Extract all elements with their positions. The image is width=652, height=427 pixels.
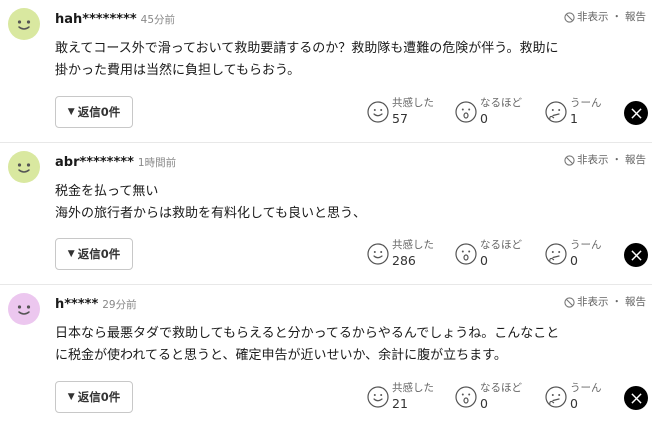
comment-body: 敢えてコース外で滑っておいて救助要請するのか？救助隊も遭難の危険が伴う。救助に …	[55, 38, 645, 82]
hide-link[interactable]: 非表示	[577, 153, 609, 167]
username[interactable]: hah********	[55, 12, 137, 27]
reaction-label: 共感した	[392, 382, 434, 394]
reaction-label: うーん	[570, 97, 602, 109]
x-logo-icon	[630, 392, 642, 404]
reaction-count: 1	[570, 111, 578, 126]
doubtful-reaction-button[interactable]: うーん 1	[545, 96, 625, 130]
ban-icon	[564, 154, 575, 166]
surprised-face-icon	[455, 386, 477, 408]
insightful-reaction-button[interactable]: なるほど 0	[455, 238, 535, 272]
smiley-avatar-icon	[8, 8, 40, 40]
reaction-count: 0	[570, 253, 578, 268]
insightful-reaction-button[interactable]: なるほど 0	[455, 381, 535, 415]
surprised-face-icon	[455, 243, 477, 265]
comment-text-line: 日本なら最悪タダで救助してもらえると分かってるからやるんでしょうね。こんなこと	[55, 326, 560, 341]
comment-body: 税金を払って無い 海外の旅行者からは救助を有料化しても良いと思う、	[55, 181, 645, 225]
share-x-button[interactable]	[624, 243, 648, 267]
smiley-avatar-icon	[8, 293, 40, 325]
report-menu: 非表示・報告	[564, 10, 646, 24]
separator: ・	[611, 296, 623, 308]
report-link[interactable]: 報告	[625, 295, 646, 309]
report-link[interactable]: 報告	[625, 10, 646, 24]
smile-face-icon	[367, 386, 389, 408]
empathy-reaction-button[interactable]: 共感した 21	[367, 381, 447, 415]
comment-header: abr******** 1時間前	[55, 153, 176, 171]
reaction-label: なるほど	[480, 382, 522, 394]
smile-face-icon	[367, 101, 389, 123]
empathy-reaction-button[interactable]: 共感した 57	[367, 96, 447, 130]
thinking-face-icon	[545, 101, 567, 123]
share-x-button[interactable]	[624, 386, 648, 410]
comment-text-line: に税金が使われてると思うと、確定申告が近いせいか、余計に腹が立ちます。	[55, 348, 507, 363]
thinking-face-icon	[545, 386, 567, 408]
caret-down-icon: ▼	[67, 249, 75, 259]
ban-icon	[564, 11, 575, 23]
caret-down-icon: ▼	[67, 392, 75, 402]
reaction-count: 0	[570, 396, 578, 411]
reply-label: 返信0件	[77, 247, 121, 261]
report-menu: 非表示・報告	[564, 153, 646, 167]
insightful-reaction-button[interactable]: なるほど 0	[455, 96, 535, 130]
reaction-label: なるほど	[480, 97, 522, 109]
report-menu: 非表示・報告	[564, 295, 646, 309]
smile-face-icon	[367, 243, 389, 265]
reaction-count: 0	[480, 253, 488, 268]
ban-icon	[564, 296, 575, 308]
reaction-count: 0	[480, 111, 488, 126]
reaction-count: 21	[392, 396, 408, 411]
hide-link[interactable]: 非表示	[577, 10, 609, 24]
surprised-face-icon	[455, 101, 477, 123]
reply-button[interactable]: ▼ 返信0件	[55, 238, 133, 270]
separator: ・	[611, 154, 623, 166]
comment-text-line: 税金を払って無い	[55, 184, 159, 199]
timestamp: 45分前	[140, 14, 176, 26]
reaction-label: 共感した	[392, 239, 434, 251]
reaction-count: 0	[480, 396, 488, 411]
empathy-reaction-button[interactable]: 共感した 286	[367, 238, 447, 272]
doubtful-reaction-button[interactable]: うーん 0	[545, 238, 625, 272]
x-logo-icon	[630, 249, 642, 261]
reaction-label: うーん	[570, 239, 602, 251]
comment-item: abr******** 1時間前 非表示・報告 税金を払って無い 海外の旅行者から…	[0, 143, 652, 285]
username[interactable]: abr********	[55, 155, 134, 170]
comment-header: h***** 29分前	[55, 295, 137, 313]
share-x-button[interactable]	[624, 101, 648, 125]
hide-link[interactable]: 非表示	[577, 295, 609, 309]
reaction-label: 共感した	[392, 97, 434, 109]
username[interactable]: h*****	[55, 297, 98, 312]
avatar[interactable]	[8, 293, 40, 325]
separator: ・	[611, 11, 623, 23]
doubtful-reaction-button[interactable]: うーん 0	[545, 381, 625, 415]
comment-header: hah******** 45分前	[55, 10, 175, 28]
comment-text-line: 敢えてコース外で滑っておいて救助要請するのか？救助隊も遭難の危険が伴う。救助に	[55, 41, 559, 56]
comment-body: 日本なら最悪タダで救助してもらえると分かってるからやるんでしょうね。こんなこと …	[55, 323, 645, 367]
comment-text-line: 掛かった費用は当然に負担してもらおう。	[55, 63, 301, 78]
caret-down-icon: ▼	[67, 107, 75, 117]
timestamp: 29分前	[102, 299, 137, 311]
avatar[interactable]	[8, 151, 40, 183]
avatar[interactable]	[8, 8, 40, 40]
reaction-label: なるほど	[480, 239, 522, 251]
reply-button[interactable]: ▼ 返信0件	[55, 381, 133, 413]
comment-item: hah******** 45分前 非表示・報告 敢えてコース外で滑っておいて救助要…	[0, 0, 652, 143]
smiley-avatar-icon	[8, 151, 40, 183]
thinking-face-icon	[545, 243, 567, 265]
timestamp: 1時間前	[137, 157, 177, 169]
reply-label: 返信0件	[77, 390, 121, 404]
reaction-count: 286	[392, 253, 416, 268]
x-logo-icon	[630, 107, 642, 119]
reply-button[interactable]: ▼ 返信0件	[55, 96, 133, 128]
comment-text-line: 海外の旅行者からは救助を有料化しても良いと思う、	[55, 206, 366, 221]
reply-label: 返信0件	[77, 105, 121, 119]
report-link[interactable]: 報告	[625, 153, 646, 167]
comment-item: h***** 29分前 非表示・報告 日本なら最悪タダで救助してもらえると分かって…	[0, 285, 652, 427]
reaction-label: うーん	[570, 382, 602, 394]
reaction-count: 57	[392, 111, 408, 126]
